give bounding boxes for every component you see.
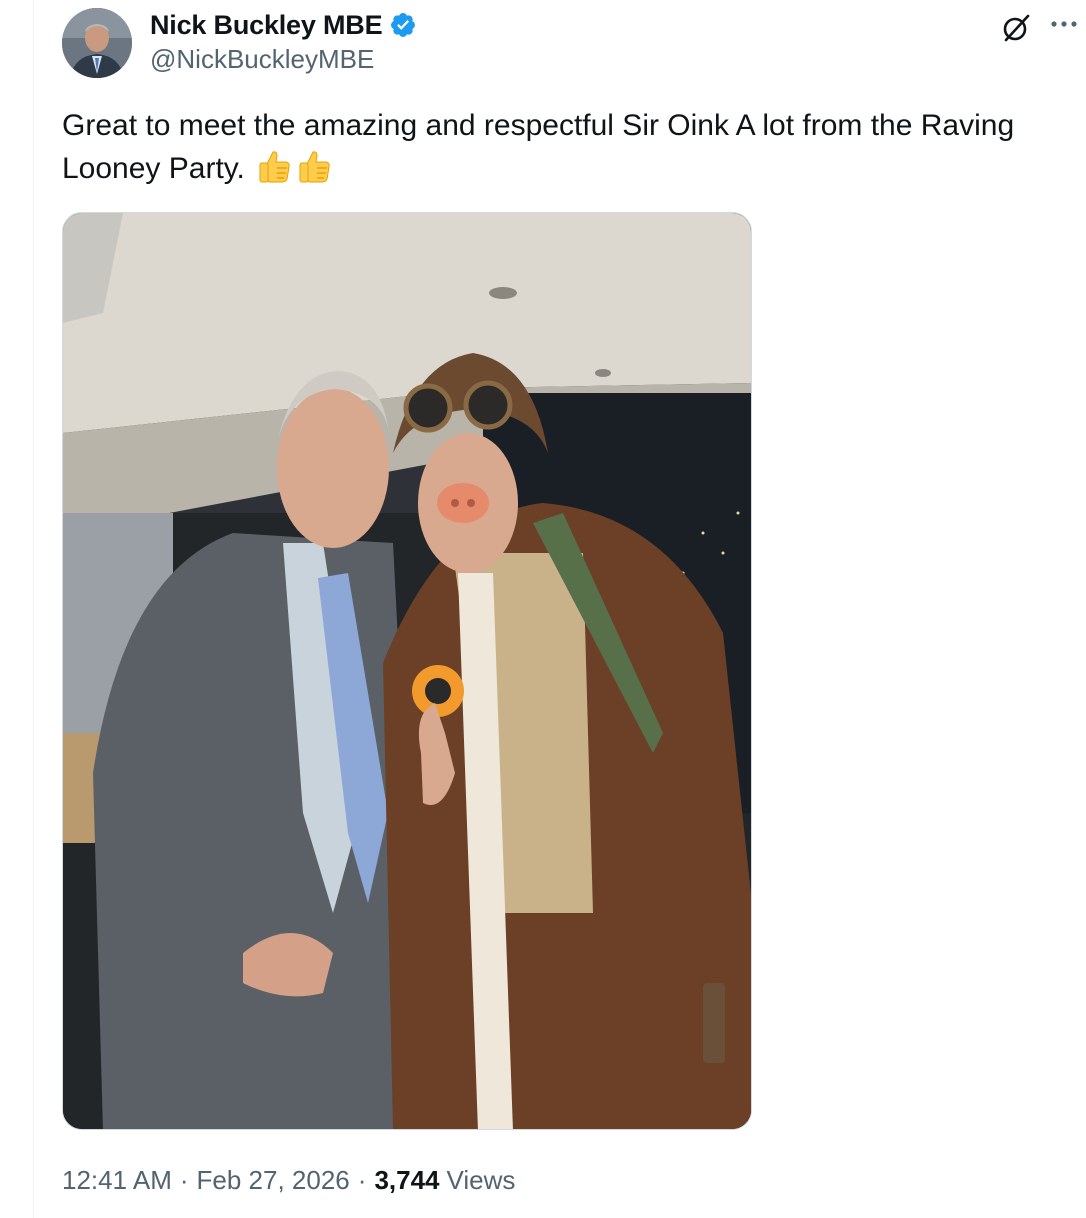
- views-label: Views: [446, 1164, 516, 1195]
- meta-separator: ·: [357, 1164, 367, 1195]
- tweet-photo[interactable]: [62, 212, 752, 1130]
- tweet-meta: 12:41 AM · Feb 27, 2026 · 3,744 Views: [62, 1162, 515, 1198]
- author-handle[interactable]: @NickBuckleyMBE: [150, 44, 374, 75]
- meta-separator: ·: [179, 1164, 189, 1195]
- verified-badge-icon[interactable]: [389, 11, 417, 39]
- grok-icon[interactable]: [1000, 12, 1032, 44]
- thumbs-up-emoji-icon: [257, 148, 293, 196]
- tweet-time[interactable]: 12:41 AM: [62, 1165, 172, 1196]
- tweet-body: Great to meet the amazing and respectful…: [62, 109, 1015, 185]
- thumbs-up-emoji-icon: [297, 148, 333, 196]
- tweet-text: Great to meet the amazing and respectful…: [62, 104, 1072, 196]
- avatar-image: [62, 8, 132, 78]
- timeline-border: [33, 0, 34, 1218]
- views-count: 3,744: [374, 1164, 440, 1195]
- tweet-date[interactable]: Feb 27, 2026: [197, 1165, 350, 1196]
- author-avatar[interactable]: [62, 8, 132, 78]
- photo-image: [63, 213, 751, 1129]
- more-options-icon[interactable]: [1046, 10, 1082, 38]
- author-name-row[interactable]: Nick Buckley MBE: [150, 8, 417, 42]
- author-display-name[interactable]: Nick Buckley MBE: [150, 10, 383, 41]
